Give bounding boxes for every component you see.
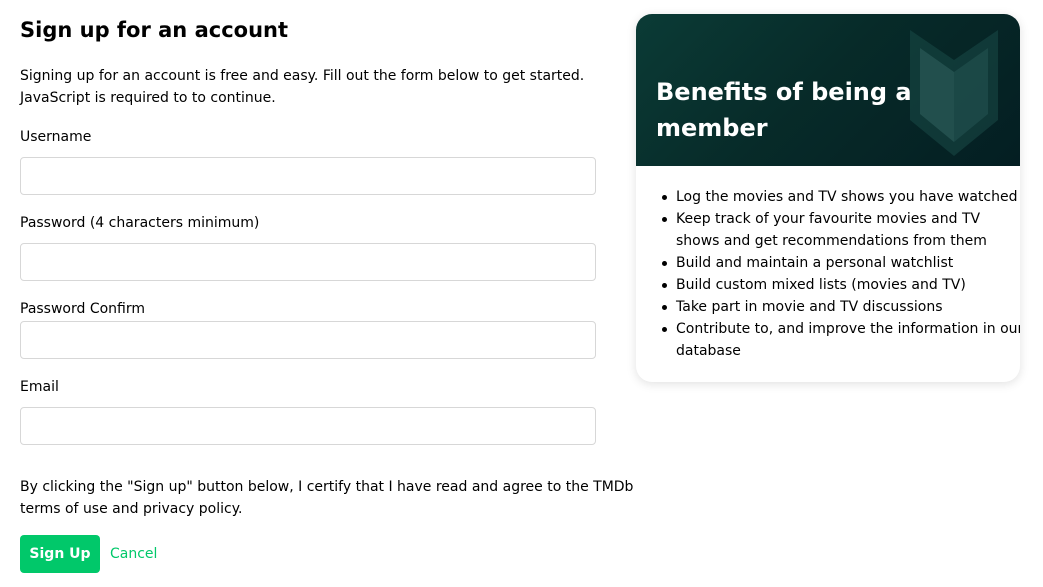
intro-text: Signing up for an account is free and ea… bbox=[20, 65, 596, 109]
benefits-list: Log the movies and TV shows you have wat… bbox=[656, 186, 1020, 362]
tmdb-shield-icon bbox=[910, 30, 998, 156]
password-confirm-label: Password Confirm bbox=[20, 301, 146, 317]
list-item: Log the movies and TV shows you have wat… bbox=[662, 186, 1020, 208]
username-label: Username bbox=[20, 129, 92, 145]
list-item: Build and maintain a personal watchlist bbox=[662, 252, 1020, 274]
list-item: Take part in movie and TV discussions bbox=[662, 296, 1020, 318]
password-confirm-input[interactable] bbox=[20, 321, 596, 359]
benefits-card-header: Benefits of being a member bbox=[636, 14, 1020, 166]
list-item: Keep track of your favourite movies and … bbox=[662, 208, 1020, 252]
sign-up-button[interactable]: Sign Up bbox=[20, 535, 100, 573]
terms-line: By clicking the "Sign up" button below, … bbox=[20, 479, 634, 495]
intro-line: Signing up for an account is free and ea… bbox=[20, 68, 585, 84]
email-label: Email bbox=[20, 379, 59, 395]
password-input[interactable] bbox=[20, 243, 596, 281]
intro-line: JavaScript is required to to continue. bbox=[20, 90, 276, 106]
page-title: Sign up for an account bbox=[20, 18, 289, 42]
username-input[interactable] bbox=[20, 157, 596, 195]
list-item: Build custom mixed lists (movies and TV) bbox=[662, 274, 1020, 296]
terms-text: By clicking the "Sign up" button below, … bbox=[20, 476, 634, 520]
cancel-link[interactable]: Cancel bbox=[110, 544, 157, 564]
benefits-title: Benefits of being a member bbox=[656, 78, 912, 142]
benefits-card: Benefits of being a member Log the movie… bbox=[636, 14, 1020, 382]
password-label: Password (4 characters minimum) bbox=[20, 215, 260, 231]
list-item: Contribute to, and improve the informati… bbox=[662, 318, 1020, 362]
terms-line: terms of use and privacy policy. bbox=[20, 501, 243, 517]
signup-page: Sign up for an account Signing up for an… bbox=[0, 0, 1043, 587]
email-input[interactable] bbox=[20, 407, 596, 445]
